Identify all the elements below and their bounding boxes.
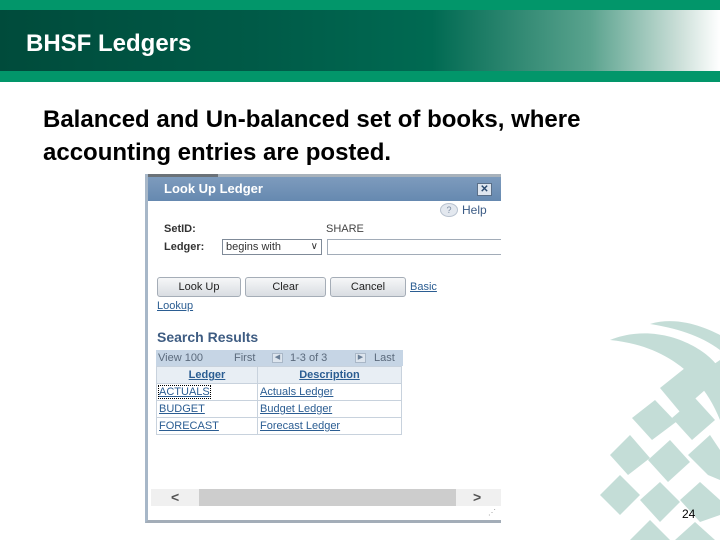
view-100-link[interactable]: View 100 <box>158 350 203 366</box>
horizontal-scrollbar[interactable]: < > <box>151 489 501 506</box>
help-link[interactable]: ? Help <box>440 203 487 217</box>
table-row: BUDGET Budget Ledger <box>156 400 402 418</box>
range-text: 1-3 of 3 <box>290 352 328 364</box>
close-icon[interactable]: ✕ <box>477 183 492 196</box>
ledger-operator-value: begins with <box>226 241 282 253</box>
ledger-link[interactable]: FORECAST <box>159 420 219 432</box>
help-label: Help <box>462 203 487 217</box>
dialog-header[interactable]: Look Up Ledger ✕ <box>148 177 501 201</box>
scroll-right-icon[interactable]: > <box>473 489 481 506</box>
column-header-ledger[interactable]: Ledger <box>156 366 258 384</box>
ledger-label: Ledger: <box>164 241 205 253</box>
search-results-title: Search Results <box>157 329 259 345</box>
header-stripe-top <box>0 0 720 10</box>
table-header-row: Ledger Description <box>156 366 402 384</box>
lookup-ledger-dialog: Look Up Ledger ✕ ? Help SetID: SHARE Led… <box>145 174 501 523</box>
table-row: ACTUALS Actuals Ledger <box>156 383 402 401</box>
table-row: FORECAST Forecast Ledger <box>156 417 402 435</box>
ledger-input[interactable] <box>327 239 501 255</box>
last-link[interactable]: Last <box>374 350 395 366</box>
setid-label: SetID: <box>164 223 196 235</box>
ledger-operator-select[interactable]: begins with ∨ <box>222 239 322 255</box>
results-table: Ledger Description ACTUALS Actuals Ledge… <box>156 366 402 435</box>
slide-title: BHSF Ledgers <box>26 30 192 57</box>
resize-grip-icon[interactable]: ⋰ <box>488 508 496 517</box>
description-link[interactable]: Budget Ledger <box>260 403 332 415</box>
dialog-title: Look Up Ledger <box>164 181 263 196</box>
results-nav-bar: View 100 First ◀ 1-3 of 3 ▶ Last <box>156 350 403 366</box>
lookup-button[interactable]: Look Up <box>157 277 241 297</box>
scrollbar-thumb[interactable] <box>199 489 456 506</box>
scroll-left-icon[interactable]: < <box>171 489 179 506</box>
clear-button[interactable]: Clear <box>245 277 326 297</box>
slide-subtitle: Balanced and Un-balanced set of books, w… <box>43 106 581 166</box>
help-icon: ? <box>440 203 458 217</box>
next-arrow-icon[interactable]: ▶ <box>355 353 366 363</box>
header-stripe-bottom <box>0 71 720 82</box>
ledger-link[interactable]: BUDGET <box>159 403 205 415</box>
description-link[interactable]: Actuals Ledger <box>260 386 333 398</box>
globe-logo-icon <box>600 321 720 540</box>
description-link[interactable]: Forecast Ledger <box>260 420 340 432</box>
cancel-button[interactable]: Cancel <box>330 277 406 297</box>
chevron-down-icon: ∨ <box>310 241 318 252</box>
column-header-description[interactable]: Description <box>257 366 402 384</box>
first-link[interactable]: First <box>234 350 255 366</box>
setid-value: SHARE <box>326 223 364 235</box>
ledger-link[interactable]: ACTUALS <box>158 385 211 399</box>
basic-lookup-link[interactable]: Basic <box>410 281 437 293</box>
prev-arrow-icon[interactable]: ◀ <box>272 353 283 363</box>
basic-lookup-link-cont[interactable]: Lookup <box>157 300 193 312</box>
page-number: 24 <box>682 507 696 521</box>
